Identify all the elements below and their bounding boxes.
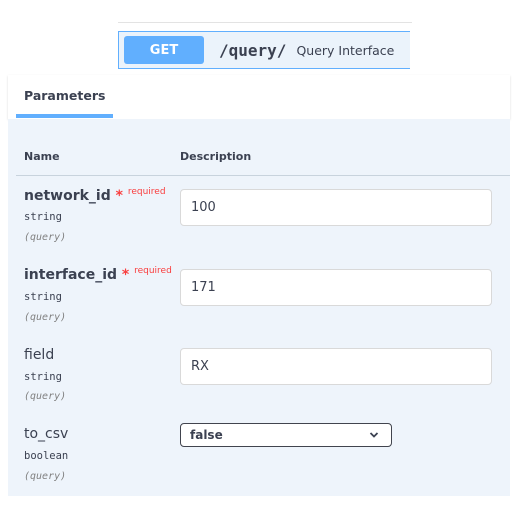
field-input[interactable] (180, 348, 492, 385)
required-label: required (127, 187, 166, 197)
param-name-network-id: network_id * required (24, 187, 166, 204)
param-name-interface-id: interface_id * required (24, 266, 172, 283)
param-name-text: field (24, 347, 55, 363)
operation-summary-bar[interactable]: GET /query/ Query Interface (118, 31, 410, 69)
param-location: (query) (24, 312, 67, 323)
param-name-field: field (24, 347, 54, 363)
param-type: string (24, 371, 62, 383)
required-label: required (134, 266, 172, 276)
operation-summary: Query Interface (296, 42, 395, 58)
opblock-divider (118, 22, 412, 23)
tab-active-indicator (16, 114, 113, 118)
column-header-name: Name (24, 150, 60, 163)
param-location: (query) (24, 471, 67, 482)
column-header-description: Description (180, 150, 252, 163)
param-type: string (24, 211, 62, 223)
parameters-table: Name Description network_id * required s… (8, 119, 510, 496)
tab-parameters[interactable]: Parameters (24, 88, 105, 103)
select-value: false (190, 428, 223, 442)
parameters-header: Parameters (8, 75, 510, 119)
required-star: * (121, 267, 130, 283)
param-location: (query) (24, 232, 67, 243)
chevron-down-icon (369, 432, 379, 438)
required-star: * (115, 188, 123, 204)
param-name-to-csv: to_csv (24, 426, 68, 442)
param-name-text: interface_id (24, 267, 118, 283)
param-location: (query) (24, 391, 67, 402)
header-divider (16, 175, 510, 176)
param-name-text: network_id (24, 188, 111, 204)
to-csv-select[interactable]: false (180, 423, 392, 447)
param-type: string (24, 291, 62, 303)
operation-path: /query/ (219, 40, 287, 60)
param-type: boolean (24, 450, 69, 462)
http-method-badge: GET (124, 36, 204, 64)
network-id-input[interactable] (180, 189, 492, 226)
interface-id-input[interactable] (180, 269, 492, 306)
param-name-text: to_csv (24, 426, 69, 442)
